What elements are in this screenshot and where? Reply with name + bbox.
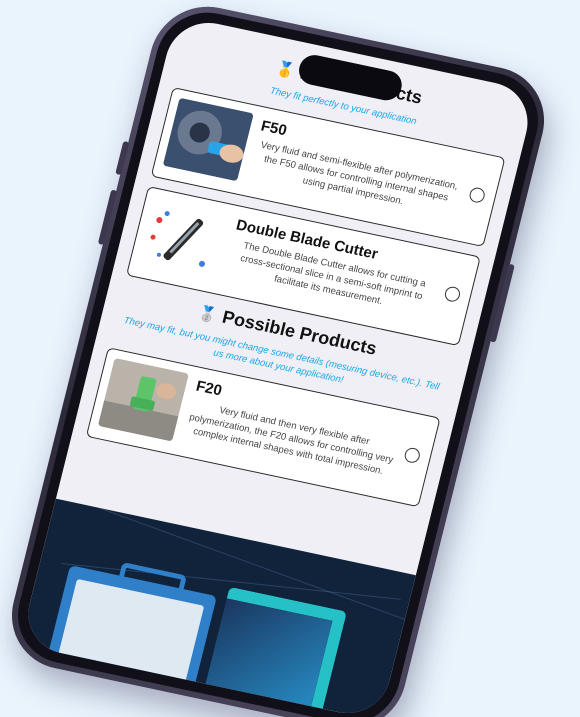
double-blade-cutter-image	[137, 196, 230, 281]
f50-product-image	[162, 97, 254, 182]
phone-mockup: 🥇 Ideal Products They fit perfectly to y…	[0, 0, 556, 717]
footer-banner	[19, 498, 416, 717]
product-list: 🥇 Ideal Products They fit perfectly to y…	[70, 15, 537, 520]
marketing-scene: 🥇 Ideal Products They fit perfectly to y…	[0, 0, 580, 717]
gold-medal-icon: 🥇	[274, 59, 297, 81]
f20-product-image	[97, 357, 190, 442]
silver-medal-icon: 🥈	[196, 304, 219, 325]
phone-screen: 🥇 Ideal Products They fit perfectly to y…	[19, 15, 537, 717]
